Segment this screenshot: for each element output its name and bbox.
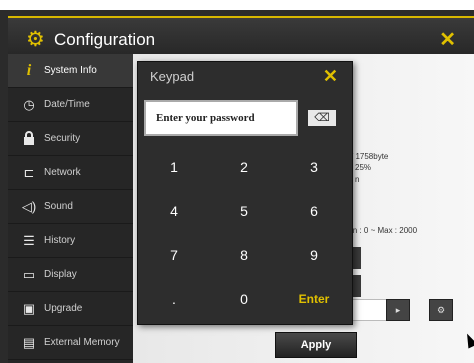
key-0[interactable]: 0: [214, 284, 274, 314]
lock-icon: [20, 122, 38, 157]
sidebar-item-display[interactable]: ▭ Display: [8, 258, 133, 292]
sidebar-item-system-info[interactable]: i System Info: [8, 54, 133, 88]
sidebar-item-label: Security: [44, 133, 81, 144]
upgrade-icon: ▣: [22, 301, 36, 316]
sidebar: i System Info ◷ Date/Time Security ⊏ Net…: [8, 54, 133, 363]
sidebar-item-label: Upgrade: [44, 303, 83, 314]
key-3[interactable]: 3: [284, 152, 344, 182]
settings-button[interactable]: ⚙: [429, 299, 453, 321]
key-dot[interactable]: .: [144, 284, 204, 314]
speaker-icon: ◁): [21, 199, 37, 214]
next-button[interactable]: ▸: [386, 299, 410, 321]
network-icon: ⊏: [23, 165, 35, 180]
key-9[interactable]: 9: [284, 240, 344, 270]
sidebar-item-label: External Memory: [44, 337, 120, 348]
range-text: in : 0 ~ Max : 2000: [351, 226, 418, 235]
sidebar-item-label: Display: [44, 269, 77, 280]
key-8[interactable]: 8: [214, 240, 274, 270]
key-7[interactable]: 7: [144, 240, 204, 270]
sidebar-item-sound[interactable]: ◁) Sound: [8, 190, 133, 224]
sidebar-item-external-memory[interactable]: ▤ External Memory: [8, 326, 133, 360]
password-input[interactable]: Enter your password: [144, 100, 298, 136]
sidebar-item-date-time[interactable]: ◷ Date/Time: [8, 88, 133, 122]
info-text: n: [355, 175, 360, 184]
keypad-dialog: Keypad ✕ Enter your password ⌫ 1 2 3 4 5…: [137, 61, 353, 325]
value-field[interactable]: [351, 299, 387, 321]
sidebar-item-security[interactable]: Security: [8, 122, 133, 156]
sidebar-item-network[interactable]: ⊏ Network: [8, 156, 133, 190]
list-icon: ☰: [23, 233, 35, 248]
keypad-title: Keypad: [150, 69, 195, 84]
key-5[interactable]: 5: [214, 196, 274, 226]
window-title: Configuration: [54, 30, 156, 49]
key-4[interactable]: 4: [144, 196, 204, 226]
sidebar-item-label: History: [44, 235, 76, 246]
sidebar-item-label: System Info: [44, 65, 97, 76]
enter-button[interactable]: Enter: [284, 284, 344, 314]
sidebar-item-label: Date/Time: [44, 99, 90, 110]
sidebar-item-label: Network: [44, 167, 81, 178]
backspace-button[interactable]: ⌫: [308, 110, 336, 126]
apply-button[interactable]: Apply: [275, 332, 357, 358]
memory-size-text: / 1758byte: [351, 152, 389, 161]
memory-percent-text: 25%: [355, 163, 372, 172]
key-1[interactable]: 1: [144, 152, 204, 182]
info-icon: i: [26, 62, 32, 79]
key-6[interactable]: 6: [284, 196, 344, 226]
key-2[interactable]: 2: [214, 152, 274, 182]
sidebar-item-upgrade[interactable]: ▣ Upgrade: [8, 292, 133, 326]
sidebar-item-label: Sound: [44, 201, 73, 212]
sidebar-item-history[interactable]: ☰ History: [8, 224, 133, 258]
memory-icon: ▤: [22, 335, 36, 350]
monitor-icon: ▭: [22, 267, 36, 282]
clock-icon: ◷: [23, 97, 35, 112]
close-icon[interactable]: ✕: [323, 66, 338, 87]
gear-icon: ⚙: [26, 28, 45, 51]
close-icon[interactable]: ✕: [439, 27, 456, 52]
